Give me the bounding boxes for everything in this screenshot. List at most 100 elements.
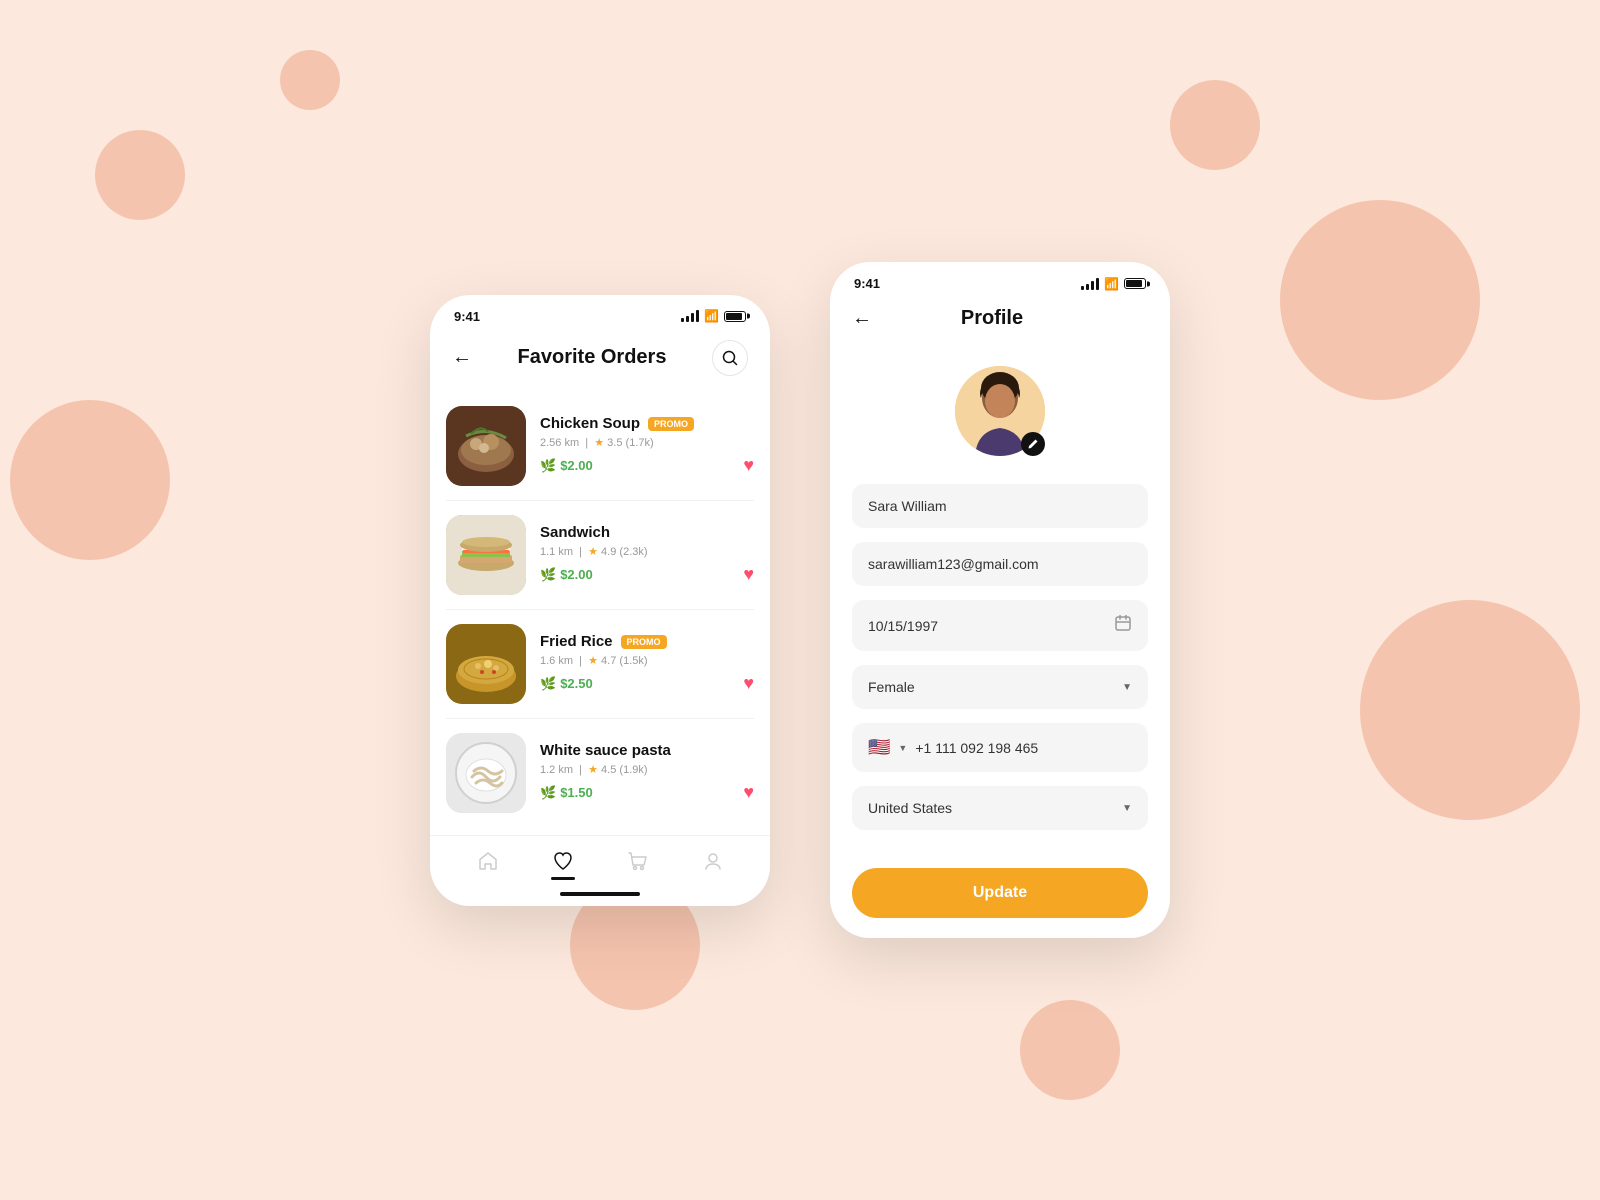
food-info-chicken-soup: Chicken Soup PROMO 2.56 km | ★ 3.5 (1.7k… <box>540 415 754 476</box>
time-right: 9:41 <box>854 276 880 291</box>
bg-circle-6 <box>1280 200 1480 400</box>
nav-favorites[interactable] <box>552 850 574 872</box>
email-value: sarawilliam123@gmail.com <box>868 556 1039 572</box>
profile-screen: 9:41 📶 ← Profile <box>830 262 1170 938</box>
name-field[interactable]: Sara William <box>852 484 1148 528</box>
pasta-visual <box>446 733 526 813</box>
screen-header-right: ← Profile <box>830 299 1170 346</box>
reviews-1: 1.7k <box>629 437 650 449</box>
gender-field-group: Female ▼ <box>852 665 1148 709</box>
heart-button-4[interactable]: ♥ <box>743 782 754 803</box>
back-button-left[interactable]: ← <box>452 346 472 369</box>
bg-circle-1 <box>95 130 185 220</box>
dob-field-group: 10/15/1997 <box>852 600 1148 651</box>
food-image-sandwich <box>446 515 526 595</box>
phone-field-group: 🇺🇸 ▼ +1 111 092 198 465 <box>852 723 1148 772</box>
fried-rice-visual <box>446 624 526 704</box>
food-item-sandwich[interactable]: Sandwich 1.1 km | ★ 4.9 (2.3k) 🌿 $2.00 <box>446 501 754 610</box>
profile-fields: Sara William sarawilliam123@gmail.com 10… <box>830 484 1170 830</box>
wifi-icon-right: 📶 <box>1104 277 1119 291</box>
heart-button-3[interactable]: ♥ <box>743 673 754 694</box>
food-name-row-2: Sandwich <box>540 524 754 541</box>
bg-circle-2 <box>10 400 170 560</box>
reviews-2: 2.3k <box>623 546 644 558</box>
calendar-icon <box>1114 614 1132 637</box>
nav-profile[interactable] <box>702 850 724 872</box>
food-item-fried-rice[interactable]: Fried Rice PROMO 1.6 km | ★ 4.7 (1.5k) 🌿 <box>446 610 754 719</box>
screen-title-right: Profile <box>961 307 1023 330</box>
bg-circle-5 <box>1170 80 1260 170</box>
country-field-group: United States ▼ <box>852 786 1148 830</box>
food-image-fried-rice <box>446 624 526 704</box>
nav-cart[interactable] <box>627 850 649 872</box>
chicken-soup-visual <box>446 406 526 486</box>
reviews-4: 1.9k <box>623 764 644 776</box>
status-icons-right: 📶 <box>1081 277 1146 291</box>
food-name-4: White sauce pasta <box>540 742 671 759</box>
wifi-icon: 📶 <box>704 309 719 323</box>
food-image-chicken-soup <box>446 406 526 486</box>
star-icon-1: ★ <box>594 437 604 449</box>
avatar-wrapper <box>955 366 1045 456</box>
calendar-svg <box>1114 614 1132 632</box>
person-icon <box>702 850 724 872</box>
country-value: United States <box>868 800 952 816</box>
nav-home[interactable] <box>477 850 499 872</box>
back-button-right[interactable]: ← <box>852 307 872 330</box>
food-name-row-1: Chicken Soup PROMO <box>540 415 754 432</box>
name-value: Sara William <box>868 498 947 514</box>
food-price-row-4: 🌿 $1.50 ♥ <box>540 782 754 803</box>
status-bar-left: 9:41 📶 <box>430 295 770 332</box>
food-item-chicken-soup[interactable]: Chicken Soup PROMO 2.56 km | ★ 3.5 (1.7k… <box>446 392 754 501</box>
food-price-3: 🌿 $2.50 <box>540 676 593 692</box>
gender-value: Female <box>868 679 915 695</box>
rating-4: 4.5 <box>601 764 616 776</box>
price-icon-4: 🌿 <box>540 785 556 801</box>
heart-button-1[interactable]: ♥ <box>743 455 754 476</box>
avatar-edit-button[interactable] <box>1021 432 1045 456</box>
avatar-section <box>830 346 1170 484</box>
food-price-1: 🌿 $2.00 <box>540 458 593 474</box>
country-dropdown-arrow: ▼ <box>1122 803 1132 814</box>
food-name-row-3: Fried Rice PROMO <box>540 633 754 650</box>
star-icon-2: ★ <box>588 546 598 558</box>
food-image-pasta <box>446 733 526 813</box>
food-meta-3: 1.6 km | ★ 4.7 (1.5k) <box>540 654 754 667</box>
country-field[interactable]: United States ▼ <box>852 786 1148 830</box>
phone-number-value: +1 111 092 198 465 <box>915 740 1132 756</box>
gender-dropdown-arrow: ▼ <box>1122 682 1132 693</box>
food-info-pasta: White sauce pasta 1.2 km | ★ 4.5 (1.9k) … <box>540 742 754 803</box>
screen-header-left: ← Favorite Orders <box>430 332 770 392</box>
food-name-row-4: White sauce pasta <box>540 742 754 759</box>
phone-field[interactable]: 🇺🇸 ▼ +1 111 092 198 465 <box>852 723 1148 772</box>
food-price-row-1: 🌿 $2.00 ♥ <box>540 455 754 476</box>
screen-title-left: Favorite Orders <box>518 346 667 369</box>
dob-value: 10/15/1997 <box>868 618 938 634</box>
dob-field[interactable]: 10/15/1997 <box>852 600 1148 651</box>
status-icons-left: 📶 <box>681 309 746 323</box>
promo-badge-1: PROMO <box>648 417 694 431</box>
gender-field[interactable]: Female ▼ <box>852 665 1148 709</box>
food-name-1: Chicken Soup <box>540 415 640 432</box>
food-list: Chicken Soup PROMO 2.56 km | ★ 3.5 (1.7k… <box>430 392 770 827</box>
food-info-sandwich: Sandwich 1.1 km | ★ 4.9 (2.3k) 🌿 $2.00 <box>540 524 754 585</box>
home-indicator-left <box>560 892 640 896</box>
reviews-3: 1.5k <box>623 655 644 667</box>
email-field[interactable]: sarawilliam123@gmail.com <box>852 542 1148 586</box>
email-field-group: sarawilliam123@gmail.com <box>852 542 1148 586</box>
food-meta-2: 1.1 km | ★ 4.9 (2.3k) <box>540 545 754 558</box>
sandwich-visual <box>446 515 526 595</box>
signal-icon-right <box>1081 278 1099 290</box>
heart-button-2[interactable]: ♥ <box>743 564 754 585</box>
distance-2: 1.1 km <box>540 546 573 558</box>
bg-circle-3 <box>280 50 340 110</box>
distance-1: 2.56 km <box>540 437 579 449</box>
distance-4: 1.2 km <box>540 764 573 776</box>
search-button[interactable] <box>712 340 748 376</box>
food-meta-1: 2.56 km | ★ 3.5 (1.7k) <box>540 436 754 449</box>
food-meta-4: 1.2 km | ★ 4.5 (1.9k) <box>540 763 754 776</box>
update-button[interactable]: Update <box>852 868 1148 918</box>
food-item-pasta[interactable]: White sauce pasta 1.2 km | ★ 4.5 (1.9k) … <box>446 719 754 827</box>
food-name-3: Fried Rice <box>540 633 613 650</box>
phone-dropdown-arrow: ▼ <box>898 743 907 753</box>
